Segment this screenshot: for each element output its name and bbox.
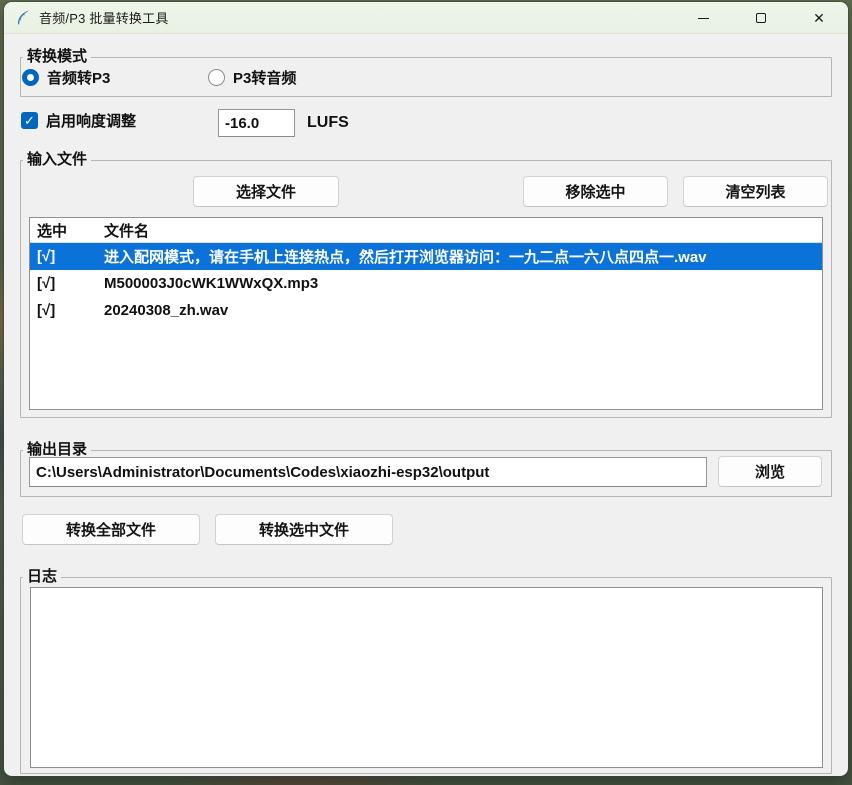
column-header-checked: 选中: [30, 220, 104, 241]
clear-list-button[interactable]: 清空列表: [683, 176, 828, 207]
row-check-cell: [√]: [30, 275, 104, 292]
row-filename-cell: M500003J0cWK1WWxQX.mp3: [104, 275, 822, 292]
table-row[interactable]: [√] 20240308_zh.wav: [30, 297, 822, 324]
browse-button[interactable]: 浏览: [718, 456, 822, 487]
row-check-cell: [√]: [30, 248, 104, 265]
table-row[interactable]: [√] M500003J0cWK1WWxQX.mp3: [30, 270, 822, 297]
titlebar: 音频/P3 批量转换工具 ✕: [4, 2, 848, 34]
log-group-label: 日志: [23, 567, 61, 587]
select-files-button[interactable]: 选择文件: [193, 176, 339, 207]
radio-label: P3转音频: [233, 67, 296, 88]
radio-label: 音频转P3: [47, 67, 110, 88]
remove-selected-button[interactable]: 移除选中: [523, 176, 668, 207]
radio-audio-to-p3[interactable]: 音频转P3: [22, 66, 110, 88]
mode-group-label: 转换模式: [23, 47, 91, 67]
input-group-label: 输入文件: [23, 150, 91, 170]
radio-selected-icon: [22, 69, 39, 86]
maximize-icon: [756, 13, 766, 23]
window-title: 音频/P3 批量转换工具: [39, 8, 169, 27]
convert-selected-button[interactable]: 转换选中文件: [215, 514, 393, 545]
minimize-icon: [698, 18, 709, 19]
convert-all-button[interactable]: 转换全部文件: [22, 514, 200, 545]
file-table-header: 选中 文件名: [30, 218, 822, 243]
row-filename-cell: 进入配网模式，请在手机上连接热点，然后打开浏览器访问：一九二点一六八点四点一.w…: [104, 246, 822, 267]
row-filename-cell: 20240308_zh.wav: [104, 302, 822, 319]
radio-unselected-icon: [208, 69, 225, 86]
tk-feather-icon: [15, 9, 32, 26]
column-header-filename: 文件名: [104, 220, 822, 241]
lufs-input[interactable]: -16.0: [218, 109, 295, 137]
checkbox-checked-icon: ✓: [21, 112, 38, 129]
output-path-input[interactable]: C:\Users\Administrator\Documents\Codes\x…: [29, 457, 707, 487]
row-check-cell: [√]: [30, 302, 104, 319]
file-table[interactable]: 选中 文件名 [√] 进入配网模式，请在手机上连接热点，然后打开浏览器访问：一九…: [29, 217, 823, 410]
log-textarea[interactable]: [30, 587, 823, 768]
close-icon: ✕: [813, 11, 825, 25]
mode-groupbox: 转换模式 音频转P3 P3转音频: [20, 57, 832, 97]
maximize-button[interactable]: [732, 2, 790, 34]
app-window: 音频/P3 批量转换工具 ✕ 转换模式 音频转P3 P3转音频 ✓ 启用响度调整…: [4, 2, 848, 776]
radio-p3-to-audio[interactable]: P3转音频: [208, 66, 296, 88]
loudness-checkbox[interactable]: ✓ 启用响度调整: [21, 110, 136, 131]
minimize-button[interactable]: [674, 2, 732, 34]
caption-buttons: ✕: [674, 2, 848, 34]
loudness-checkbox-label: 启用响度调整: [46, 110, 136, 131]
close-button[interactable]: ✕: [790, 2, 848, 34]
lufs-unit-label: LUFS: [307, 114, 349, 132]
table-row[interactable]: [√] 进入配网模式，请在手机上连接热点，然后打开浏览器访问：一九二点一六八点四…: [30, 243, 822, 270]
